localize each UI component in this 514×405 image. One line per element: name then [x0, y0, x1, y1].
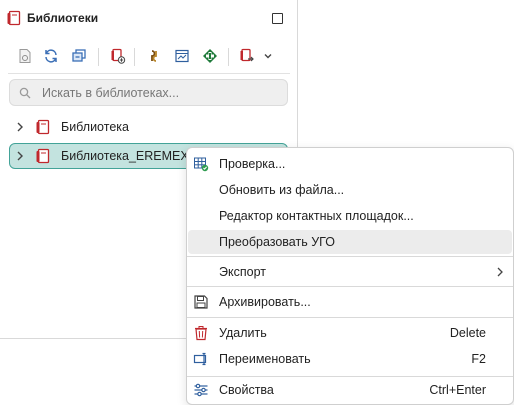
maximize-button[interactable]	[272, 13, 283, 24]
chevron-down-icon	[264, 54, 272, 59]
menu-item-properties[interactable]: Свойства Ctrl+Enter	[188, 378, 512, 402]
panel-title: Библиотеки	[27, 11, 99, 25]
shortcut-label: Ctrl+Enter	[429, 383, 486, 397]
new-library-button[interactable]	[108, 46, 128, 66]
toolbar-divider	[134, 48, 135, 66]
menu-item-label: Обновить из файла...	[219, 183, 345, 197]
menu-item-check[interactable]: Проверка...	[188, 152, 512, 176]
open-library-button[interactable]	[15, 46, 35, 66]
chevron-right-icon[interactable]	[16, 122, 24, 132]
collapse-all-icon	[72, 49, 86, 62]
panel-header: Библиотеки	[0, 0, 298, 36]
collapse-all-button[interactable]	[69, 46, 89, 66]
search-input[interactable]	[40, 83, 280, 102]
toolbar-divider	[228, 48, 229, 66]
library-book-icon	[36, 148, 50, 164]
menu-separator	[187, 256, 513, 257]
trash-icon	[195, 326, 207, 341]
menu-item-label: Преобразовать УГО	[219, 235, 335, 249]
check-table-icon	[194, 157, 209, 172]
toolbar-divider-line	[8, 73, 290, 74]
shortcut-label: F2	[471, 352, 486, 366]
menu-item-label: Редактор контактных площадок...	[219, 209, 414, 223]
menu-item-archive[interactable]: Архивировать...	[188, 290, 512, 314]
menu-item-label: Экспорт	[219, 265, 266, 279]
footprint-button[interactable]	[200, 46, 220, 66]
search-icon	[19, 87, 31, 99]
menu-separator	[187, 286, 513, 287]
export-dropdown-button[interactable]	[258, 46, 278, 66]
menu-item-label: Проверка...	[219, 157, 286, 171]
library-book-icon	[7, 10, 21, 26]
menu-item-export[interactable]: Экспорт	[188, 260, 512, 284]
chevron-right-icon[interactable]	[16, 151, 24, 161]
menu-item-label: Удалить	[219, 326, 267, 340]
menu-separator	[187, 317, 513, 318]
menu-item-rename[interactable]: Переименовать F2	[188, 347, 512, 371]
symbol-icon	[175, 49, 189, 63]
menu-item-label: Свойства	[219, 383, 274, 397]
tree-item-label: Библиотека	[61, 120, 129, 134]
toolbar	[0, 42, 298, 70]
screen: Библиотеки Искать в библиотеках... Библи…	[0, 0, 514, 405]
library-book-icon	[36, 119, 50, 135]
export-button[interactable]	[237, 46, 257, 66]
settings-sliders-icon	[194, 383, 208, 397]
menu-item-pad-editor[interactable]: Редактор контактных площадок...	[188, 204, 512, 228]
menu-item-label: Архивировать...	[219, 295, 311, 309]
export-icon	[240, 48, 254, 62]
menu-item-label: Переименовать	[219, 352, 311, 366]
symbol-button[interactable]	[172, 46, 192, 66]
component-icon	[151, 50, 157, 62]
rename-icon	[193, 352, 207, 366]
refresh-icon	[45, 49, 57, 63]
tree-item-library[interactable]: Библиотека	[9, 114, 288, 140]
search-box[interactable]	[9, 79, 288, 106]
menu-item-convert-symbol[interactable]: Преобразовать УГО	[188, 230, 512, 254]
menu-separator	[187, 376, 513, 377]
chevron-right-icon	[497, 267, 503, 277]
context-menu: Проверка... Обновить из файла... Редакто…	[186, 147, 514, 405]
menu-item-refresh-from-file[interactable]: Обновить из файла...	[188, 178, 512, 202]
new-library-icon	[111, 48, 126, 64]
open-library-icon	[19, 49, 31, 63]
component-button[interactable]	[144, 46, 164, 66]
tree-item-label: Библиотека_EREMEX	[61, 149, 189, 163]
menu-item-delete[interactable]: Удалить Delete	[188, 321, 512, 345]
refresh-button[interactable]	[41, 46, 61, 66]
save-icon	[194, 295, 208, 309]
toolbar-divider	[98, 48, 99, 66]
shortcut-label: Delete	[449, 326, 486, 340]
footprint-icon	[203, 49, 217, 63]
